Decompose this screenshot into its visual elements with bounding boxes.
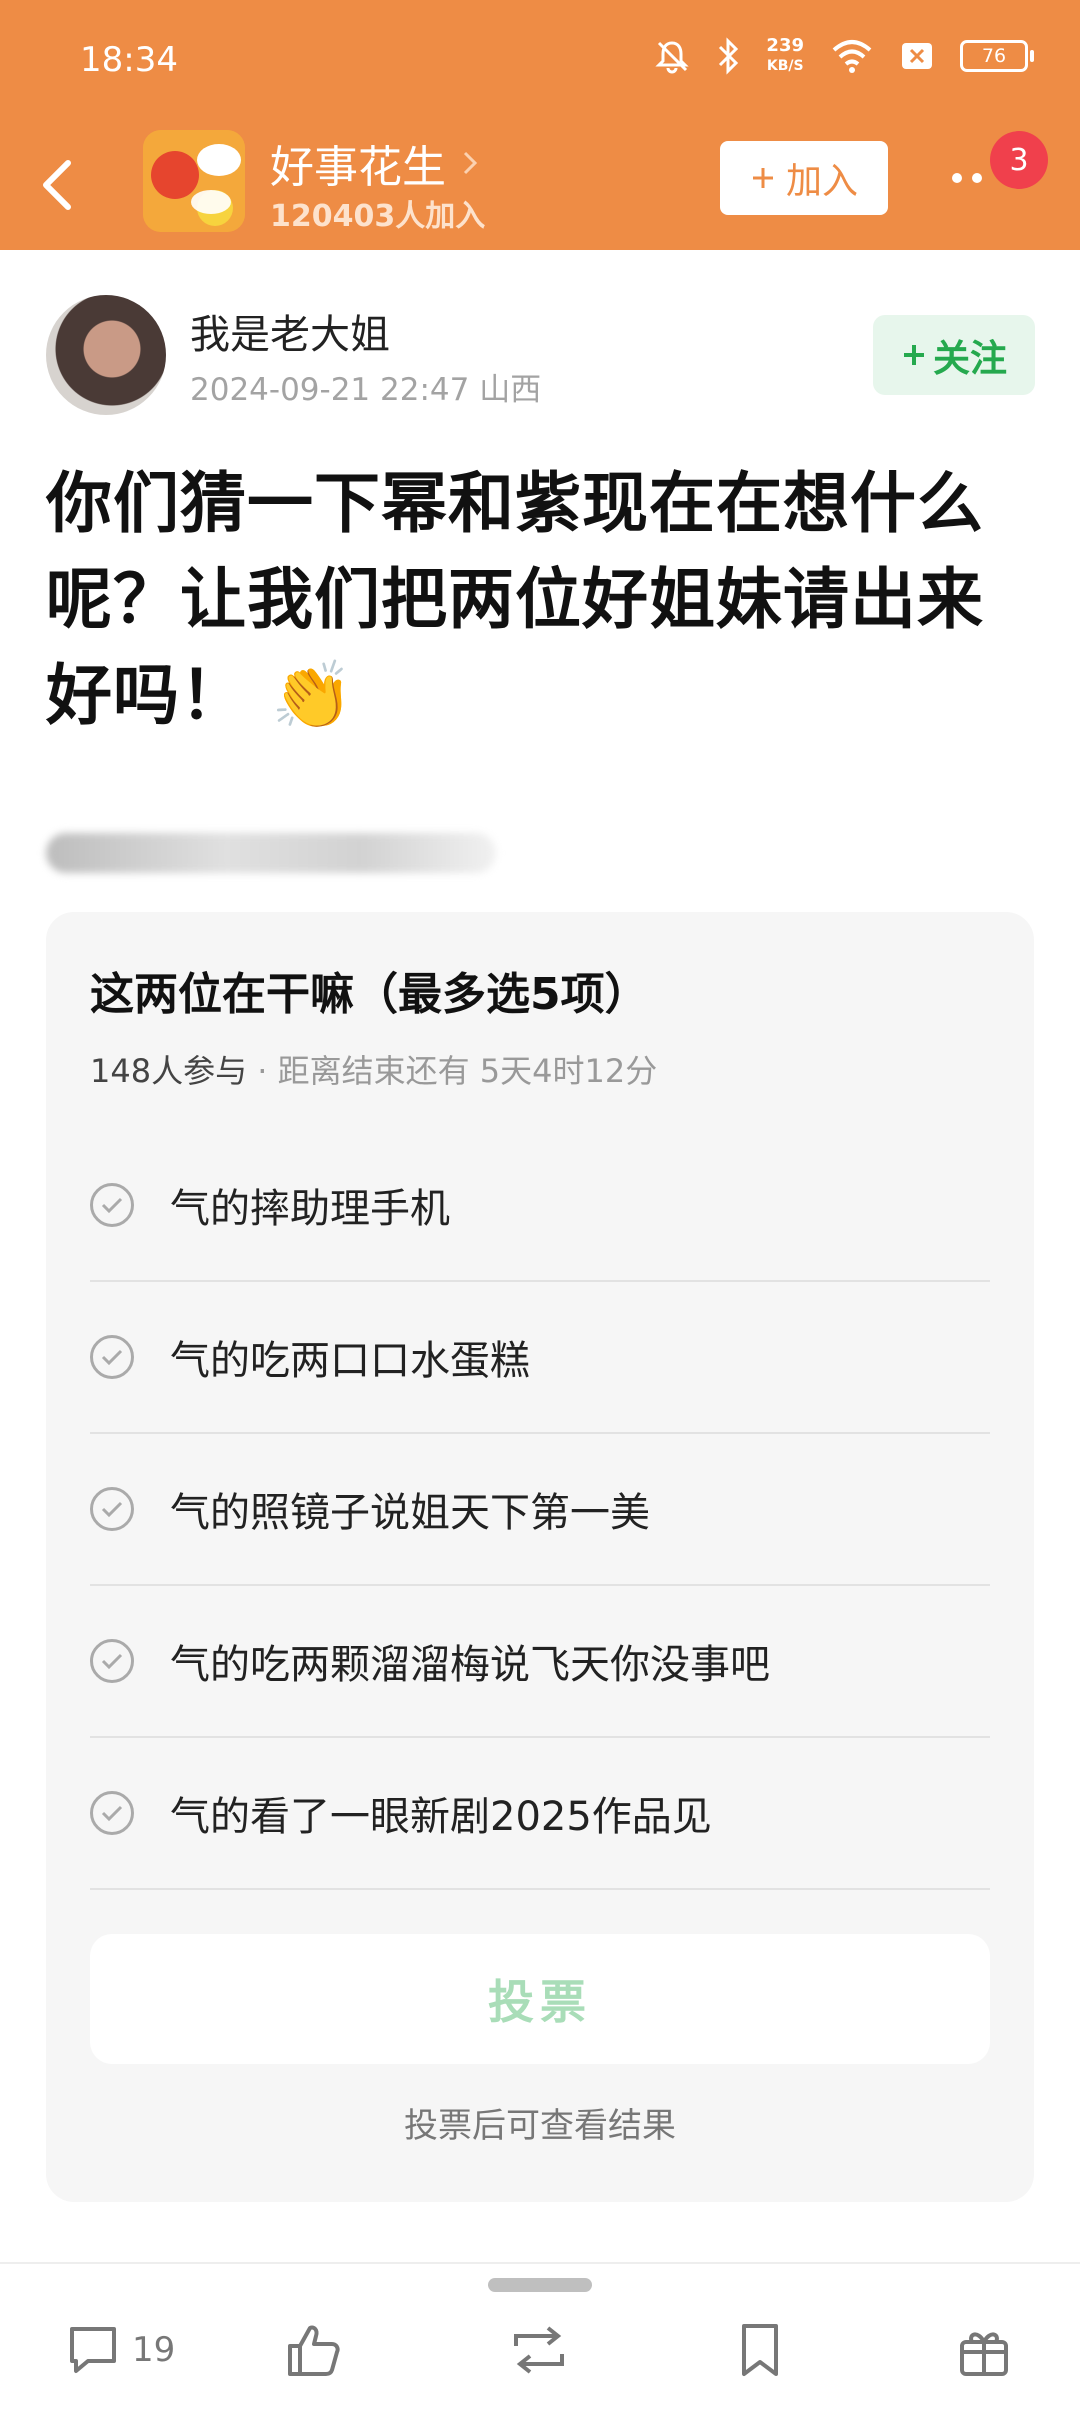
post-location: 山西 xyxy=(479,372,542,408)
poll-separator: · xyxy=(247,1052,278,1090)
poll-options: 气的摔助理手机 气的吃两口口水蛋糕 气的照镜子说姐天下第一美 气的吃两颗溜溜梅说… xyxy=(90,1130,990,1890)
poll-title: 这两位在干嘛（最多选5项） xyxy=(90,969,649,1020)
post-meta: 2024-09-21 22:47 山西 xyxy=(190,364,541,409)
author-name[interactable]: 我是老大姐 xyxy=(190,302,390,360)
poll-option[interactable]: 气的照镜子说姐天下第一美 xyxy=(90,1434,990,1586)
author-avatar[interactable] xyxy=(46,295,166,415)
plus-icon xyxy=(752,168,773,188)
repost-icon xyxy=(514,2326,564,2374)
check-circle-icon xyxy=(90,1791,134,1835)
check-circle-icon xyxy=(90,1335,134,1379)
follow-label: 关注 xyxy=(933,337,1007,380)
bookmark-icon xyxy=(742,2324,778,2376)
poll-option-label: 气的摔助理手机 xyxy=(170,1186,450,1232)
status-bar: 18:34 239 KB/S 76 xyxy=(0,0,1080,125)
poll-option[interactable]: 气的吃两口口水蛋糕 xyxy=(90,1282,990,1434)
check-circle-icon xyxy=(90,1487,134,1531)
post-title: 你们猜一下幂和紫现在在想什么呢？让我们把两位好姐妹请出来好吗！ 👏 xyxy=(46,456,1036,744)
poll-option-label: 气的吃两口口水蛋糕 xyxy=(170,1338,530,1384)
bottom-action-bar: 19 xyxy=(0,2290,1080,2410)
poll-meta: 148人参与 · 距离结束还有 5天4时12分 xyxy=(90,1046,657,1092)
poll-card: 这两位在干嘛（最多选5项） 148人参与 · 距离结束还有 5天4时12分 气的… xyxy=(46,912,1034,2202)
comment-icon xyxy=(70,2327,116,2373)
group-avatar-image xyxy=(143,130,245,232)
sim-icon xyxy=(902,43,932,69)
group-member-count: 120403人加入 xyxy=(270,199,486,234)
status-icons: 239 KB/S 76 xyxy=(654,35,1034,76)
chevron-right-icon xyxy=(463,151,478,175)
notification-badge[interactable]: 3 xyxy=(990,131,1048,189)
vote-button[interactable]: 投票 xyxy=(90,1934,990,2064)
poll-option-label: 气的吃两颗溜溜梅说飞天你没事吧 xyxy=(170,1642,770,1688)
clapping-emoji: 👏 xyxy=(270,657,355,734)
like-button[interactable] xyxy=(284,2310,344,2390)
comment-button[interactable]: 19 xyxy=(64,2310,175,2390)
bottom-divider xyxy=(0,2262,1080,2264)
status-time: 18:34 xyxy=(80,40,178,80)
join-label: 加入 xyxy=(785,161,858,202)
more-dot xyxy=(952,173,962,183)
bookmark-button[interactable] xyxy=(734,2310,786,2390)
battery-icon: 76 xyxy=(960,40,1034,72)
check-circle-icon xyxy=(90,1639,134,1683)
poll-option[interactable]: 气的吃两颗溜溜梅说飞天你没事吧 xyxy=(90,1586,990,1738)
join-button[interactable]: 加入 xyxy=(720,141,888,215)
group-name-link[interactable]: 好事花生 xyxy=(270,131,480,195)
repost-button[interactable] xyxy=(506,2310,572,2390)
poll-deadline: 距离结束还有 5天4时12分 xyxy=(277,1052,658,1090)
like-icon xyxy=(288,2325,340,2376)
comment-count: 19 xyxy=(132,2330,176,2370)
follow-button[interactable]: 关注 xyxy=(873,315,1035,395)
post-date: 2024-09-21 22:47 xyxy=(190,372,470,408)
more-dot xyxy=(972,173,982,183)
back-button[interactable] xyxy=(30,145,90,225)
more-options-button[interactable] xyxy=(952,173,982,183)
back-icon xyxy=(43,160,71,210)
group-nav-bar: 好事花生 120403人加入 加入 3 xyxy=(0,125,1080,250)
group-name: 好事花生 xyxy=(270,142,446,193)
check-circle-icon xyxy=(90,1183,134,1227)
poll-option[interactable]: 气的摔助理手机 xyxy=(90,1130,990,1282)
net-speed: 239 KB/S xyxy=(766,35,804,75)
poll-option-label: 气的照镜子说姐天下第一美 xyxy=(170,1490,650,1536)
gift-icon xyxy=(960,2332,1008,2376)
group-avatar[interactable] xyxy=(143,130,245,232)
poll-option[interactable]: 气的看了一眼新剧2025作品见 xyxy=(90,1738,990,1890)
plus-icon xyxy=(904,345,924,365)
gift-button[interactable] xyxy=(954,2310,1014,2390)
blurred-text xyxy=(46,833,496,873)
poll-hint: 投票后可查看结果 xyxy=(404,2106,676,2146)
poll-participants: 148人参与 xyxy=(90,1052,248,1090)
top-header: 18:34 239 KB/S 76 好事花生 120403人加入 加入 3 xyxy=(0,0,1080,250)
mute-icon xyxy=(655,41,690,74)
post-title-text: 你们猜一下幂和紫现在在想什么呢？让我们把两位好姐妹请出来好吗！ xyxy=(46,465,984,734)
wifi-icon xyxy=(832,40,872,73)
bluetooth-icon xyxy=(719,37,739,75)
poll-option-label: 气的看了一眼新剧2025作品见 xyxy=(170,1794,712,1840)
